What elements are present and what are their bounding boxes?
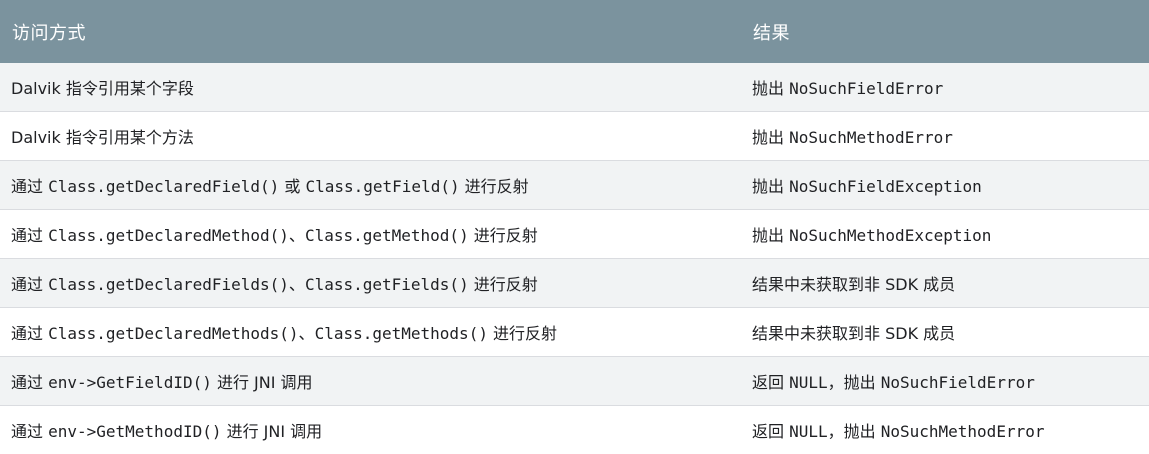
cell-text: 或	[279, 177, 305, 196]
result-cell: 抛出 NoSuchFieldException	[741, 161, 1149, 210]
cell-text: 通过	[11, 275, 48, 294]
cell-text: 、	[299, 324, 315, 343]
table-row: Dalvik 指令引用某个字段 抛出 NoSuchFieldError	[0, 63, 1149, 112]
cell-text: 进行反射	[488, 324, 557, 343]
table-row: 通过 Class.getDeclaredMethods()、Class.getM…	[0, 308, 1149, 357]
header-result: 结果	[741, 0, 1149, 63]
code-text: NoSuchFieldException	[789, 177, 982, 196]
access-method-cell: 通过 Class.getDeclaredMethod()、Class.getMe…	[0, 210, 741, 259]
cell-text: Dalvik 指令引用某个字段	[11, 79, 194, 98]
cell-text: 进行反射	[469, 275, 538, 294]
code-text: Class.getDeclaredField()	[48, 177, 279, 196]
cell-text: 进行反射	[460, 177, 529, 196]
cell-text: 抛出	[752, 128, 789, 147]
code-text: Class.getFields()	[305, 275, 469, 294]
cell-text: 抛出	[752, 226, 789, 245]
result-cell: 返回 NULL，抛出 NoSuchFieldError	[741, 357, 1149, 406]
cell-text: 通过	[11, 177, 48, 196]
access-method-cell: 通过 env->GetMethodID() 进行 JNI 调用	[0, 406, 741, 454]
cell-text: 返回	[752, 373, 789, 392]
access-method-cell: 通过 Class.getDeclaredFields()、Class.getFi…	[0, 259, 741, 308]
result-cell: 抛出 NoSuchFieldError	[741, 63, 1149, 112]
code-text: NoSuchMethodError	[881, 422, 1045, 441]
result-cell: 返回 NULL，抛出 NoSuchMethodError	[741, 406, 1149, 454]
table-row: 通过 Class.getDeclaredMethod()、Class.getMe…	[0, 210, 1149, 259]
cell-text: 通过	[11, 226, 48, 245]
table-row: 通过 env->GetMethodID() 进行 JNI 调用返回 NULL，抛…	[0, 406, 1149, 454]
cell-text: 通过	[11, 324, 48, 343]
code-text: NoSuchFieldError	[789, 79, 943, 98]
code-text: env->GetMethodID()	[48, 422, 221, 441]
cell-text: 返回	[752, 422, 789, 441]
cell-text: 、	[289, 226, 305, 245]
code-text: Class.getMethod()	[305, 226, 469, 245]
cell-text: 进行 JNI 调用	[212, 373, 313, 392]
table-row: 通过 Class.getDeclaredFields()、Class.getFi…	[0, 259, 1149, 308]
cell-text: 、	[289, 275, 305, 294]
access-method-cell: 通过 Class.getDeclaredMethods()、Class.getM…	[0, 308, 741, 357]
code-text: NULL	[789, 422, 828, 441]
code-text: env->GetFieldID()	[48, 373, 212, 392]
result-cell: 结果中未获取到非 SDK 成员	[741, 308, 1149, 357]
access-results-table: 访问方式 结果 Dalvik 指令引用某个字段抛出 NoSuchFieldErr…	[0, 0, 1149, 454]
table-header: 访问方式 结果	[0, 0, 1149, 63]
cell-text: Dalvik 指令引用某个方法	[11, 128, 194, 147]
result-cell: 抛出 NoSuchMethodException	[741, 210, 1149, 259]
cell-text: 结果中未获取到非 SDK 成员	[752, 324, 955, 343]
cell-text: ，抛出	[828, 422, 881, 441]
cell-text: 抛出	[752, 79, 789, 98]
cell-text: 通过	[11, 422, 48, 441]
table-row: 通过 env->GetFieldID() 进行 JNI 调用返回 NULL，抛出…	[0, 357, 1149, 406]
cell-text: 通过	[11, 373, 48, 392]
result-cell: 结果中未获取到非 SDK 成员	[741, 259, 1149, 308]
table-body: Dalvik 指令引用某个字段抛出 NoSuchFieldErrorDalvik…	[0, 63, 1149, 454]
code-text: NoSuchFieldError	[881, 373, 1035, 392]
cell-text: 抛出	[752, 177, 789, 196]
header-row: 访问方式 结果	[0, 0, 1149, 63]
cell-text: 结果中未获取到非 SDK 成员	[752, 275, 955, 294]
code-text: Class.getDeclaredMethods()	[48, 324, 298, 343]
cell-text: 进行反射	[469, 226, 538, 245]
access-method-cell: Dalvik 指令引用某个方法	[0, 112, 741, 161]
code-text: NoSuchMethodException	[789, 226, 991, 245]
cell-text: ，抛出	[828, 373, 881, 392]
header-access-method: 访问方式	[0, 0, 741, 63]
code-text: Class.getField()	[305, 177, 459, 196]
access-method-cell: Dalvik 指令引用某个字段	[0, 63, 741, 112]
code-text: NULL	[789, 373, 828, 392]
cell-text: 进行 JNI 调用	[221, 422, 322, 441]
code-text: Class.getDeclaredMethod()	[48, 226, 289, 245]
code-text: Class.getDeclaredFields()	[48, 275, 289, 294]
table-row: Dalvik 指令引用某个方法 抛出 NoSuchMethodError	[0, 112, 1149, 161]
result-cell: 抛出 NoSuchMethodError	[741, 112, 1149, 161]
code-text: NoSuchMethodError	[789, 128, 953, 147]
access-method-cell: 通过 Class.getDeclaredField() 或 Class.getF…	[0, 161, 741, 210]
code-text: Class.getMethods()	[315, 324, 488, 343]
table-row: 通过 Class.getDeclaredField() 或 Class.getF…	[0, 161, 1149, 210]
access-method-cell: 通过 env->GetFieldID() 进行 JNI 调用	[0, 357, 741, 406]
